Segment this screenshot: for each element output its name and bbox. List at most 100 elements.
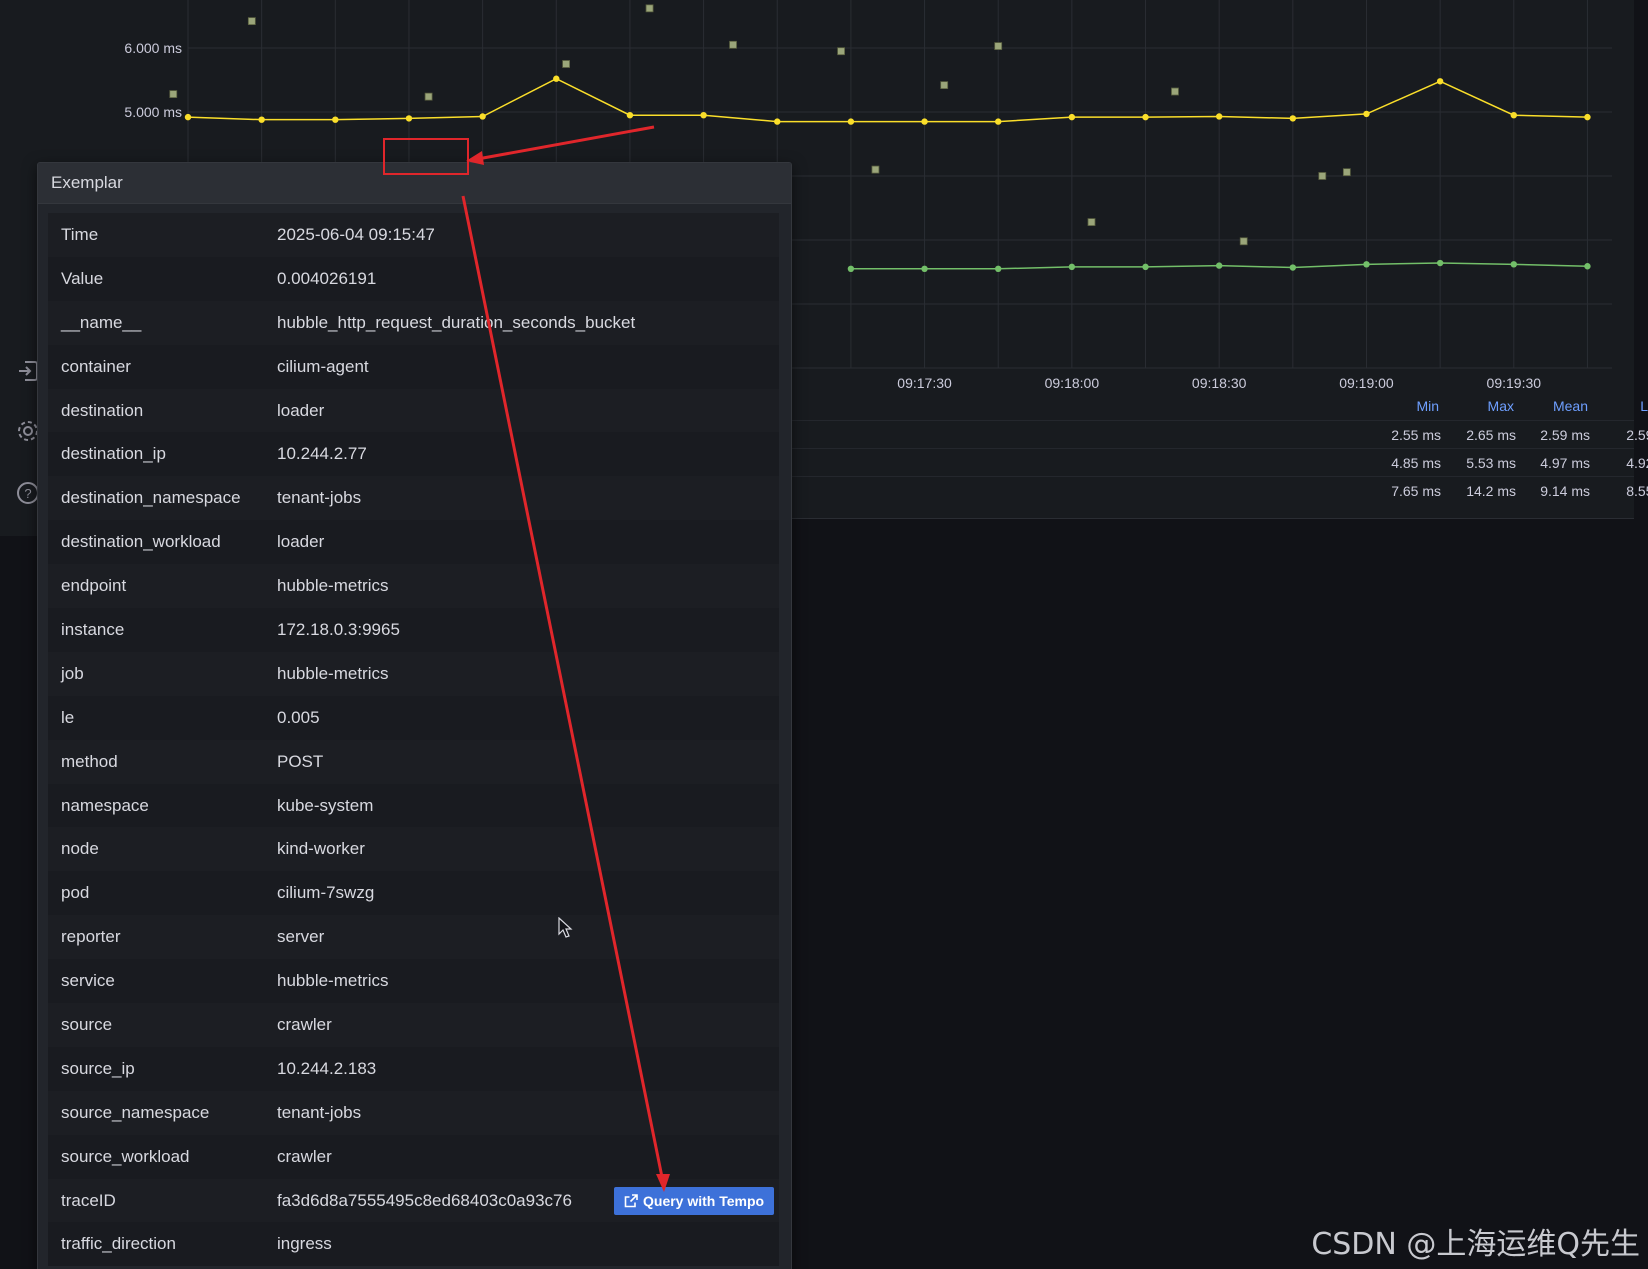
series-point (1436, 78, 1444, 85)
row-key: source_ip (61, 1058, 135, 1078)
x-tick-label: 09:19:00 (1339, 375, 1394, 391)
exemplar-marker (424, 92, 433, 101)
row-key: endpoint (61, 576, 127, 596)
exemplar-marker (169, 90, 178, 98)
exemplar-row-pod: pod cilium-7swzg (48, 871, 779, 916)
series-point (847, 118, 855, 125)
series-point (405, 115, 413, 122)
row-value: hubble-metrics (277, 971, 389, 991)
legend-last: 2.59 ms (1626, 427, 1648, 443)
query-with-tempo-label: Query with Tempo (643, 1192, 765, 1209)
exemplar-row-destination-namespace: destination_namespace tenant-jobs (48, 476, 779, 521)
row-value: cilium-agent (277, 356, 369, 376)
series-point (995, 265, 1002, 272)
series-point (258, 116, 265, 123)
row-key: source_workload (61, 1146, 190, 1166)
legend-max: 5.53 ms (1466, 455, 1516, 471)
legend-mean: 2.59 ms (1540, 427, 1590, 443)
row-key: Value (61, 268, 104, 288)
row-key: traceID (61, 1190, 116, 1210)
row-value: 10.244.2.183 (277, 1058, 377, 1078)
series-point (1584, 263, 1591, 270)
x-tick-label: 09:18:00 (1045, 375, 1100, 391)
exemplar-row-source: source crawler (48, 1003, 779, 1047)
svg-text:?: ? (24, 486, 31, 501)
series-point (553, 75, 560, 82)
series-point (1510, 261, 1517, 268)
series-point (479, 113, 486, 120)
x-tick-label: 09:19:30 (1487, 375, 1542, 391)
row-key: instance (61, 620, 125, 640)
legend-header-min[interactable]: Min (1369, 398, 1439, 414)
series-point (774, 118, 781, 125)
row-key: job (61, 663, 84, 683)
series-point (921, 118, 928, 125)
series-point (1436, 259, 1444, 267)
exemplar-marker (729, 40, 737, 49)
exemplar-marker (247, 17, 256, 26)
series-point (1363, 261, 1370, 268)
series-point (995, 118, 1002, 125)
row-key: destination_workload (61, 532, 221, 552)
series-point (1584, 113, 1591, 121)
series-point (1068, 113, 1076, 121)
x-tick-label: 09:18:30 (1192, 375, 1247, 391)
exemplar-marker (1342, 168, 1351, 177)
row-key: traffic_direction (61, 1234, 176, 1254)
row-value: hubble_http_request_duration_seconds_buc… (277, 312, 636, 332)
y-tick-label: 6.000 ms (124, 40, 182, 56)
exemplar-marker (1087, 218, 1096, 226)
series-line (187, 77, 1588, 123)
legend-mean: 9.14 ms (1540, 483, 1590, 499)
row-value: 2025-06-04 09:15:47 (277, 225, 435, 244)
exemplar-title: Exemplar (38, 163, 791, 204)
series-point (1510, 112, 1517, 119)
x-tick-label: 09:17:30 (897, 375, 952, 391)
exemplar-row-le: le 0.005 (48, 695, 779, 740)
exemplar-marker (1318, 172, 1327, 180)
x-axis-ticks: 09:17:30 09:18:00 09:18:30 09:19:00 09:19:30 (897, 375, 1541, 391)
trace-id-value: fa3d6d8a7555495c8ed68403c0a93c76 (277, 1190, 572, 1210)
exemplar-row-node: node kind-worker (48, 827, 779, 872)
exemplar-row-destination: destination loader (48, 388, 779, 433)
exemplar-label-table: Time 2025-06-04 09:15:47 Value 0.004026191… (48, 213, 779, 1267)
row-key: destination_namespace (61, 488, 241, 508)
y-tick-label: 5.000 ms (124, 104, 182, 120)
legend-max: 14.2 ms (1466, 483, 1516, 499)
row-value: loader (277, 532, 325, 552)
row-value: hubble-metrics (277, 663, 389, 683)
legend-last: 8.55 ms (1626, 483, 1648, 499)
series-point (332, 116, 339, 123)
exemplar-row-instance: instance 172.18.0.3:9965 (48, 608, 779, 652)
series-point (847, 265, 855, 272)
row-key: service (61, 971, 115, 991)
row-key: destination (61, 400, 144, 420)
exemplar-row-time: Time 2025-06-04 09:15:47 (48, 213, 779, 257)
row-key: destination_ip (61, 444, 166, 464)
exemplar-row-container: container cilium-agent (48, 344, 779, 389)
legend-header-mean[interactable]: Mean (1518, 398, 1588, 414)
series-point (626, 112, 634, 119)
exemplar-row-job: job hubble-metrics (48, 651, 779, 696)
exemplar-marker (645, 4, 654, 13)
exemplar-row-destination-ip: destination_ip 10.244.2.77 (48, 432, 779, 477)
row-value: 0.005 (277, 707, 320, 727)
exemplar-row-source-namespace: source_namespace tenant-jobs (48, 1090, 779, 1135)
row-key: Time (61, 225, 99, 244)
legend-header-last[interactable]: Last * (1612, 398, 1648, 414)
row-value: cilium-7swzg (277, 883, 375, 903)
row-value: 10.244.2.77 (277, 444, 367, 464)
exemplar-row-traffic-direction: traffic_direction ingress (48, 1222, 779, 1267)
query-with-tempo-button[interactable]: Query with Tempo (614, 1186, 775, 1215)
series-point (1142, 113, 1149, 121)
row-key: reporter (61, 927, 121, 947)
legend-mean: 4.97 ms (1540, 455, 1590, 471)
exemplar-row-value: Value 0.004026191 (48, 256, 779, 301)
exemplar-row-reporter: reporter server (48, 915, 779, 960)
row-key: le (61, 707, 75, 727)
row-value: server (277, 927, 325, 947)
row-key: source (61, 1015, 113, 1035)
legend-header-max[interactable]: Max (1444, 398, 1514, 414)
exemplar-marker (871, 165, 880, 174)
row-value: ingress (277, 1234, 332, 1254)
